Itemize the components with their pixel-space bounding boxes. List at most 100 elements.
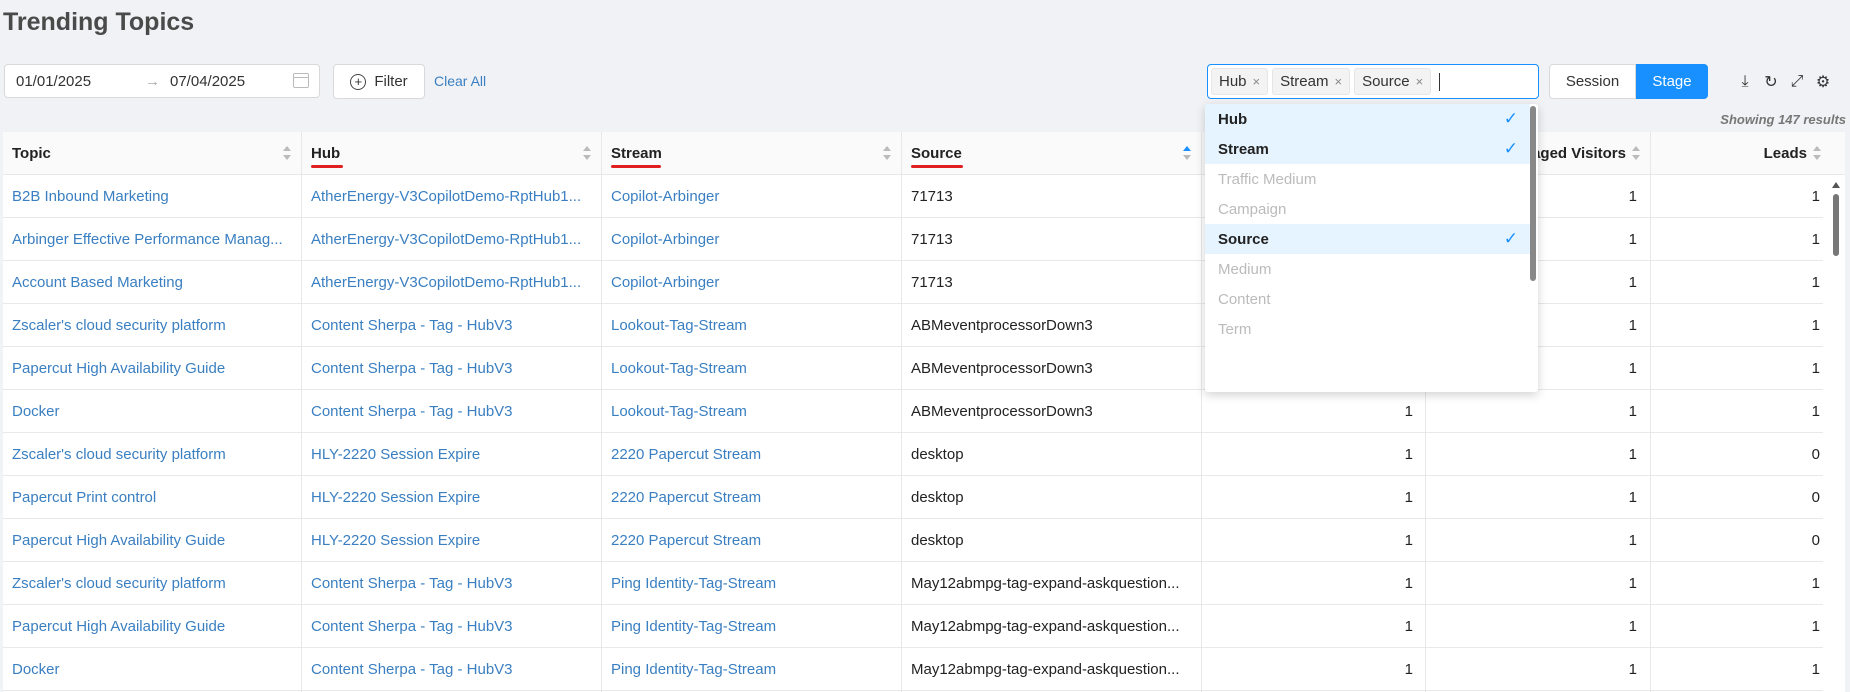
cell-stream[interactable]: Ping Identity-Tag-Stream xyxy=(611,605,893,648)
red-underline xyxy=(911,165,963,168)
cell-hub[interactable]: AtherEnergy-V3CopilotDemo-RptHub1... xyxy=(311,261,593,304)
table-row: Zscaler's cloud security platform HLY-222… xyxy=(3,433,1823,476)
cell-source: ABMeventprocessorDown3 xyxy=(911,317,1093,334)
calendar-icon[interactable] xyxy=(293,73,309,88)
cell-stream[interactable]: 2220 Papercut Stream xyxy=(611,476,893,519)
cell-v1: 1 xyxy=(1404,661,1413,678)
cell-stream[interactable]: Lookout-Tag-Stream xyxy=(611,347,893,390)
text-cursor xyxy=(1439,72,1441,91)
dropdown-scroll-thumb[interactable] xyxy=(1530,106,1536,281)
cell-stream[interactable]: Lookout-Tag-Stream xyxy=(611,304,893,347)
scroll-thumb[interactable] xyxy=(1833,194,1839,256)
tag-stream: Stream × xyxy=(1272,68,1351,95)
start-date[interactable]: 01/01/2025 xyxy=(16,73,91,90)
dropdown-option-source[interactable]: Source ✓ xyxy=(1205,224,1530,254)
cell-topic[interactable]: Zscaler's cloud security platform xyxy=(12,433,294,476)
option-label: Source xyxy=(1218,230,1269,248)
group-by-select[interactable]: Hub × Stream × Source × xyxy=(1207,64,1539,99)
filter-label: Filter xyxy=(374,73,408,90)
session-toggle-button[interactable]: Session xyxy=(1549,64,1636,99)
column-label: Stream xyxy=(611,145,662,168)
cell-source: desktop xyxy=(911,489,964,506)
sort-icon[interactable] xyxy=(1632,146,1640,160)
cell-leads: 1 xyxy=(1811,360,1820,377)
cell-leads: 0 xyxy=(1811,489,1820,506)
cell-hub[interactable]: AtherEnergy-V3CopilotDemo-RptHub1... xyxy=(311,175,593,218)
sort-icon[interactable] xyxy=(1813,146,1821,160)
column-header-stream[interactable]: Stream xyxy=(611,132,901,175)
cell-topic[interactable]: Docker xyxy=(12,648,294,691)
cell-v1: 1 xyxy=(1404,446,1413,463)
cell-topic[interactable]: Docker xyxy=(12,390,294,433)
option-label: Content xyxy=(1218,290,1271,308)
cell-topic[interactable]: Papercut High Availability Guide xyxy=(12,519,294,562)
filter-button[interactable]: + Filter xyxy=(333,64,425,99)
cell-stream[interactable]: 2220 Papercut Stream xyxy=(611,519,893,562)
cell-hub[interactable]: HLY-2220 Session Expire xyxy=(311,476,593,519)
cell-stream[interactable]: Copilot-Arbinger xyxy=(611,218,893,261)
column-header-hub[interactable]: Hub xyxy=(311,132,601,175)
check-icon: ✓ xyxy=(1503,139,1518,158)
cell-topic[interactable]: Papercut High Availability Guide xyxy=(12,347,294,390)
table-row: B2B Inbound Marketing AtherEnergy-V3Copil… xyxy=(3,175,1823,218)
fullscreen-icon[interactable]: ⤢ xyxy=(1788,73,1806,91)
cell-stream[interactable]: Ping Identity-Tag-Stream xyxy=(611,562,893,605)
dropdown-option-stream[interactable]: Stream ✓ xyxy=(1205,134,1530,164)
cell-topic[interactable]: Account Based Marketing xyxy=(12,261,294,304)
cell-topic[interactable]: Zscaler's cloud security platform xyxy=(12,304,294,347)
cell-topic[interactable]: Papercut Print control xyxy=(12,476,294,519)
cell-stream[interactable]: Copilot-Arbinger xyxy=(611,175,893,218)
cell-hub[interactable]: HLY-2220 Session Expire xyxy=(311,519,593,562)
cell-hub[interactable]: Content Sherpa - Tag - HubV3 xyxy=(311,347,593,390)
cell-hub[interactable]: Content Sherpa - Tag - HubV3 xyxy=(311,605,593,648)
data-table: Topic Hub Stream Source aged Visitors Le… xyxy=(3,132,1845,692)
cell-hub[interactable]: Content Sherpa - Tag - HubV3 xyxy=(311,562,593,605)
settings-icon[interactable]: ⚙ xyxy=(1814,73,1832,91)
sort-icon[interactable] xyxy=(1183,146,1191,160)
sort-icon[interactable] xyxy=(583,146,591,160)
cell-stream[interactable]: 2220 Papercut Stream xyxy=(611,433,893,476)
dropdown-option-term: Term xyxy=(1205,314,1530,344)
sort-icon[interactable] xyxy=(283,146,291,160)
column-header-leads[interactable]: Leads xyxy=(1650,132,1831,175)
cell-hub[interactable]: Content Sherpa - Tag - HubV3 xyxy=(311,648,593,691)
stage-toggle-button[interactable]: Stage xyxy=(1636,64,1708,99)
cell-v1: 1 xyxy=(1404,532,1413,549)
end-date[interactable]: 07/04/2025 xyxy=(170,73,245,90)
table-row: Docker Content Sherpa - Tag - HubV3 Ping I… xyxy=(3,648,1823,691)
cell-topic[interactable]: Papercut High Availability Guide xyxy=(12,605,294,648)
cell-topic[interactable]: Arbinger Effective Performance Manag... xyxy=(12,218,294,261)
close-icon[interactable]: × xyxy=(1416,74,1424,89)
cell-leads: 1 xyxy=(1811,618,1820,635)
cell-hub[interactable]: AtherEnergy-V3CopilotDemo-RptHub1... xyxy=(311,218,593,261)
dropdown-option-hub[interactable]: Hub ✓ xyxy=(1205,104,1530,134)
cell-source: 71713 xyxy=(911,231,953,248)
results-count: Showing 147 results xyxy=(1720,112,1846,127)
close-icon[interactable]: × xyxy=(1253,74,1261,89)
table-scrollbar[interactable] xyxy=(1831,182,1841,682)
cell-stream[interactable]: Lookout-Tag-Stream xyxy=(611,390,893,433)
column-header-source[interactable]: Source xyxy=(911,132,1201,175)
cell-leads: 1 xyxy=(1811,661,1820,678)
cell-hub[interactable]: Content Sherpa - Tag - HubV3 xyxy=(311,390,593,433)
date-range-picker[interactable]: 01/01/2025 → 07/04/2025 xyxy=(4,64,320,98)
table-row: Papercut High Availability Guide HLY-2220… xyxy=(3,519,1823,562)
option-label: Hub xyxy=(1218,110,1248,128)
cell-stream[interactable]: Ping Identity-Tag-Stream xyxy=(611,648,893,691)
scroll-up-icon[interactable] xyxy=(1832,182,1840,188)
red-underline xyxy=(611,165,661,168)
cell-leads: 1 xyxy=(1811,274,1820,291)
close-icon[interactable]: × xyxy=(1334,74,1342,89)
cell-hub[interactable]: HLY-2220 Session Expire xyxy=(311,433,593,476)
cell-hub[interactable]: Content Sherpa - Tag - HubV3 xyxy=(311,304,593,347)
option-label: Stream xyxy=(1218,140,1269,158)
option-label: Medium xyxy=(1218,260,1272,278)
sort-icon[interactable] xyxy=(883,146,891,160)
cell-topic[interactable]: Zscaler's cloud security platform xyxy=(12,562,294,605)
column-header-topic[interactable]: Topic xyxy=(12,132,301,175)
download-icon[interactable]: ⤓ xyxy=(1736,73,1754,91)
clear-all-link[interactable]: Clear All xyxy=(434,73,486,89)
refresh-icon[interactable]: ↻ xyxy=(1762,73,1780,91)
cell-topic[interactable]: B2B Inbound Marketing xyxy=(12,175,294,218)
cell-stream[interactable]: Copilot-Arbinger xyxy=(611,261,893,304)
